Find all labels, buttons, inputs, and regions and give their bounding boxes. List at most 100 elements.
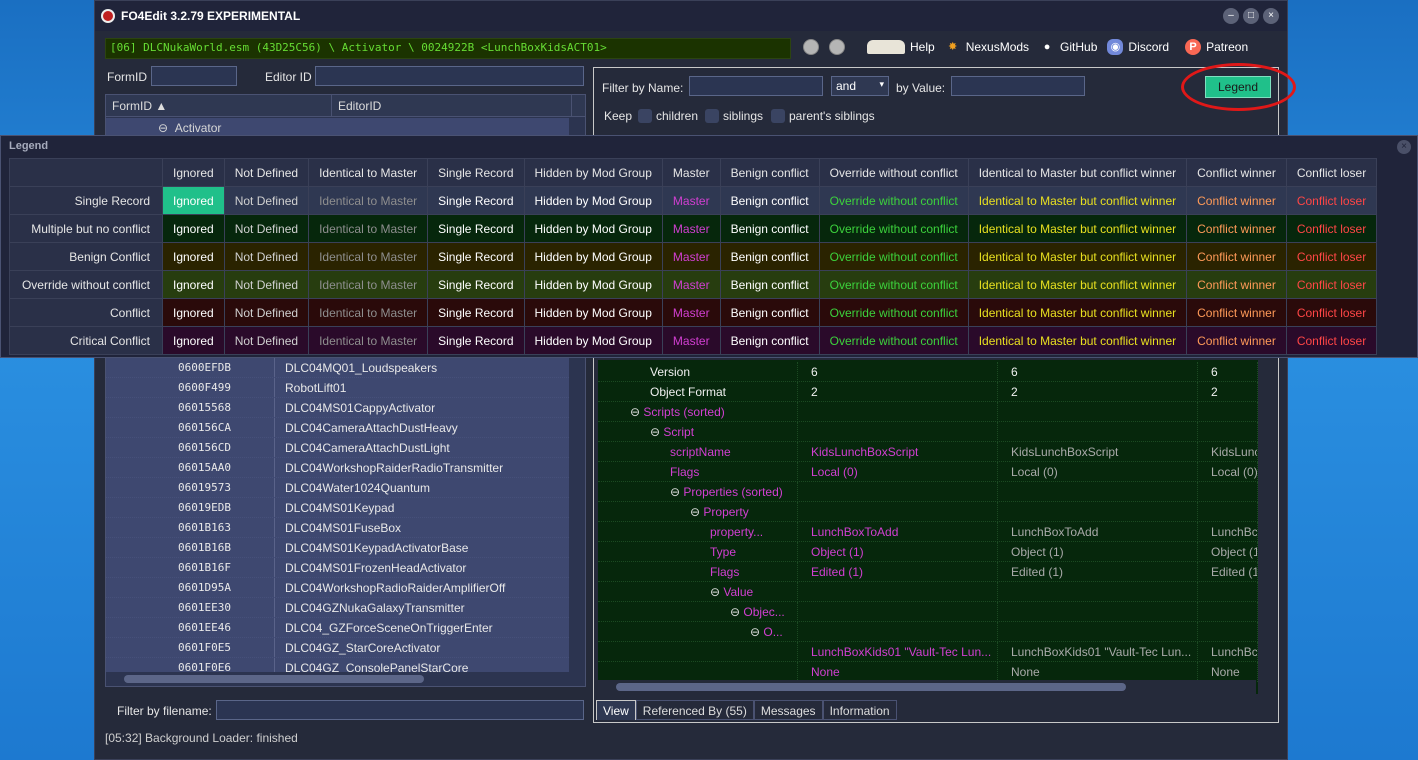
legend-cell: Conflict loser [1285, 270, 1378, 299]
table-row[interactable]: 0601B16B DLC04MS01KeypadActivatorBase [106, 538, 569, 558]
table-row[interactable]: 0600F499 RobotLift01 [106, 378, 569, 398]
legend-cell: Identical to Master but conflict winner [967, 270, 1188, 299]
table-row[interactable]: 0601EE30 DLC04GZNukaGalaxyTransmitter [106, 598, 569, 618]
collapse-icon[interactable]: ⊖ [670, 485, 683, 499]
collapse-icon[interactable]: ⊖ [650, 425, 663, 439]
column-header-formid[interactable]: FormID ▲ [106, 95, 332, 117]
close-button[interactable]: × [1263, 8, 1279, 24]
parents-siblings-checkbox[interactable] [771, 109, 785, 123]
scrollbar-thumb[interactable] [124, 675, 424, 683]
detail-row[interactable]: ⊖ Scripts (sorted) [598, 402, 1258, 422]
table-row[interactable]: 060156CA DLC04CameraAttachDustHeavy [106, 418, 569, 438]
legend-close-icon[interactable]: × [1397, 140, 1411, 154]
detail-field-name: ⊖ Properties (sorted) [598, 482, 798, 502]
detail-horizontal-scrollbar[interactable] [598, 680, 1256, 694]
table-row[interactable]: 06019573 DLC04Water1024Quantum [106, 478, 569, 498]
legend-column-header: Conflict loser [1285, 158, 1378, 187]
tab-referenced-by[interactable]: Referenced By (55) [635, 700, 754, 720]
editorid-input[interactable] [315, 66, 584, 86]
horizontal-scrollbar[interactable] [106, 672, 585, 686]
collapse-icon[interactable]: ⊖ [730, 605, 743, 619]
detail-value-other [1198, 482, 1258, 502]
nexusmods-button[interactable]: ✸ NexusMods [945, 39, 1029, 55]
back-icon[interactable] [803, 39, 819, 55]
detail-row[interactable]: Flags Local (0) Local (0) Local (0) [598, 462, 1258, 482]
legend-cell: Benign conflict [719, 186, 820, 215]
tab-view[interactable]: View [596, 700, 636, 720]
legend-cell: Ignored [162, 214, 225, 243]
detail-row[interactable]: ⊖ Objec... [598, 602, 1258, 622]
formid-cell: 0601B16B [178, 541, 231, 554]
filter-value-input[interactable] [951, 76, 1085, 96]
table-row[interactable]: 0601D95A DLC04WorkshopRadioRaiderAmplifie… [106, 578, 569, 598]
toolbar: Help ✸ NexusMods ● GitHub ◉ Discord P Pa… [803, 39, 1248, 55]
filter-name-input[interactable] [689, 76, 823, 96]
children-checkbox[interactable] [638, 109, 652, 123]
detail-row[interactable]: property... LunchBoxToAdd LunchBoxToAdd Lun… [598, 522, 1258, 542]
collapse-icon[interactable]: ⊖ [710, 585, 723, 599]
table-row[interactable]: 06015AA0 DLC04WorkshopRaiderRadioTransmit… [106, 458, 569, 478]
legend-cell: Conflict winner [1186, 186, 1287, 215]
legend-column-header: Override without conflict [818, 158, 969, 187]
tab-messages[interactable]: Messages [753, 700, 823, 720]
field-name-label: Objec... [743, 605, 785, 619]
table-row[interactable]: 0601F0E5 DLC04GZ_StarCoreActivator [106, 638, 569, 658]
detail-value-override [998, 402, 1198, 422]
operator-select[interactable]: and ▾ [831, 76, 889, 96]
table-row[interactable]: 0600EFDB DLC04MQ01_Loudspeakers [106, 358, 569, 378]
patreon-button[interactable]: P Patreon [1185, 39, 1248, 55]
github-button[interactable]: ● GitHub [1039, 39, 1098, 55]
legend-cell: Hidden by Mod Group [523, 270, 663, 299]
detail-row[interactable]: Object Format 2 2 2 [598, 382, 1258, 402]
collapse-icon[interactable]: ⊖ [750, 625, 763, 639]
filter-name-label: Filter by Name: [602, 81, 684, 95]
help-button[interactable]: Help [867, 40, 935, 54]
detail-row[interactable]: LunchBoxKids01 "Vault-Tec Lun... LunchBox… [598, 642, 1258, 662]
filter-filename-input[interactable] [216, 700, 584, 720]
collapse-icon[interactable]: ⊖ [630, 405, 643, 419]
field-name-label: Property [703, 505, 749, 519]
legend-cell: Identical to Master but conflict winner [967, 214, 1188, 243]
tab-information[interactable]: Information [822, 700, 897, 720]
table-row[interactable]: 06015568 DLC04MS01CappyActivator [106, 398, 569, 418]
detail-row[interactable]: ⊖ Value [598, 582, 1258, 602]
detail-value-master: LunchBoxToAdd [798, 522, 998, 542]
legend-cell: Conflict loser [1285, 186, 1378, 215]
collapse-icon[interactable]: ⊖ [690, 505, 703, 519]
record-detail-grid[interactable]: Version 6 6 6 Object Format 2 2 2 ⊖ Scripts (sor… [598, 360, 1258, 694]
detail-row[interactable]: scriptName KidsLunchBoxScript KidsLunchBox… [598, 442, 1258, 462]
detail-row[interactable]: None None None [598, 662, 1258, 682]
app-logo-icon [101, 9, 115, 23]
detail-scrollbar-thumb[interactable] [616, 683, 1126, 691]
column-header-editorid[interactable]: EditorID [332, 95, 572, 117]
table-row[interactable]: 06019EDB DLC04MS01Keypad [106, 498, 569, 518]
detail-row[interactable]: Version 6 6 6 [598, 362, 1258, 382]
maximize-button[interactable]: □ [1243, 8, 1259, 24]
field-name-label: Value [723, 585, 754, 599]
formid-cell: 0601B16F [178, 561, 231, 574]
legend-cell: Not Defined [223, 270, 310, 299]
table-row[interactable]: 0601B163 DLC04MS01FuseBox [106, 518, 569, 538]
discord-button[interactable]: ◉ Discord [1107, 39, 1169, 55]
collapse-icon[interactable]: ⊖ [158, 121, 168, 135]
minimize-button[interactable]: – [1223, 8, 1239, 24]
table-row[interactable]: 0601B16F DLC04MS01FrozenHeadActivator [106, 558, 569, 578]
siblings-checkbox[interactable] [705, 109, 719, 123]
detail-field-name: Flags [598, 462, 798, 482]
detail-row[interactable]: Type Object (1) Object (1) Object (1 [598, 542, 1258, 562]
formid-cell: 0601EE30 [178, 601, 231, 614]
detail-row[interactable]: ⊖ Properties (sorted) [598, 482, 1258, 502]
filter-box: Filter by Name: and ▾ by Value: Legend Ke… [594, 68, 1278, 138]
table-row[interactable]: 0601EE46 DLC04_GZForceSceneOnTriggerEnter [106, 618, 569, 638]
formid-input[interactable] [151, 66, 237, 86]
legend-cell: Single Record [427, 242, 525, 271]
field-name-label: Flags [670, 465, 700, 479]
table-row[interactable]: 060156CD DLC04CameraAttachDustLight [106, 438, 569, 458]
detail-row[interactable]: ⊖ Script [598, 422, 1258, 442]
detail-row[interactable]: Flags Edited (1) Edited (1) Edited (1 [598, 562, 1258, 582]
detail-value-other: None [1198, 662, 1258, 682]
detail-row[interactable]: ⊖ O... [598, 622, 1258, 642]
editorid-cell: RobotLift01 [274, 378, 569, 397]
detail-row[interactable]: ⊖ Property [598, 502, 1258, 522]
forward-icon[interactable] [829, 39, 845, 55]
